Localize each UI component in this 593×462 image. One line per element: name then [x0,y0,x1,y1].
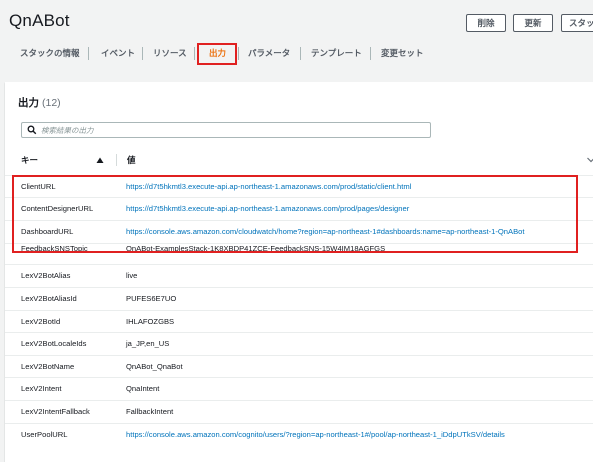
table-row: DashboardURL https://console.aws.amazon.… [5,220,593,242]
output-key: LexV2BotId [21,317,61,326]
output-value-link[interactable]: https://console.aws.amazon.com/cloudwatc… [126,221,524,242]
output-value: FallbackIntent [126,407,174,416]
tab-resources[interactable]: リソース [153,42,187,64]
tab-change-sets[interactable]: 変更セット [381,42,424,64]
tab-separator [300,47,301,60]
output-key: LexV2BotAlias [21,271,71,280]
outputs-count: (12) [42,97,61,109]
output-value: QnABot-ExamplesStack-1K8XBDP41ZCE-Feedba… [126,244,386,253]
stack-tabs: スタックの情報 イベント リソース 出力 パラメータ テンプレート 変更セット [0,42,593,66]
column-header-key[interactable]: キー [21,152,38,168]
table-row: LexV2Intent QnaIntent [5,377,593,399]
output-value-link[interactable]: https://console.aws.amazon.com/cognito/u… [126,424,505,445]
table-row: ClientURL https://d7t5hkmtl3.execute-api… [5,175,593,197]
tab-outputs[interactable]: 出力 [209,42,226,64]
column-divider [116,154,117,166]
column-header-value[interactable]: 値 [127,152,136,168]
tab-template[interactable]: テンプレート [311,42,362,64]
tab-separator [370,47,371,60]
output-key: ClientURL [21,182,56,191]
table-row: LexV2IntentFallback FallbackIntent [5,400,593,422]
output-key: ContentDesignerURL [21,204,94,213]
table-row: LexV2BotAlias live [5,264,593,286]
stack-actions-button[interactable]: スタッ [561,14,593,32]
output-value: live [126,271,138,280]
output-key: LexV2Intent [21,384,62,393]
output-value: IHLAFOZGBS [126,317,175,326]
search-input[interactable] [41,123,421,137]
tab-separator [142,47,143,60]
update-button[interactable]: 更新 [513,14,553,32]
table-row: LexV2BotAliasId PUFES6E7UO [5,287,593,309]
output-key: LexV2BotAliasId [21,294,77,303]
sort-ascending-icon[interactable] [96,157,104,164]
output-key: LexV2BotLocaleIds [21,339,87,348]
outputs-title: 出力 [18,97,39,109]
output-value: PUFES6E7UO [126,294,177,303]
search-box[interactable] [21,122,431,138]
output-key: DashboardURL [21,227,74,236]
tab-parameters[interactable]: パラメータ [248,42,290,64]
table-row: FeedbackSNSTopic QnABot-ExamplesStack-1K… [5,243,593,265]
search-icon [27,125,37,135]
delete-button[interactable]: 削除 [466,14,506,32]
tab-separator [88,47,89,60]
page-title: QnABot [9,11,70,30]
table-row: LexV2BotLocaleIds ja_JP,en_US [5,332,593,354]
output-value: QnABot_QnaBot [126,362,183,371]
table-row: LexV2BotName QnABot_QnaBot [5,355,593,377]
tab-separator [194,47,195,60]
tab-events[interactable]: イベント [101,42,135,64]
outputs-heading: 出力 (12) [18,95,61,110]
output-value-link[interactable]: https://d7t5hkmtl3.execute-api.ap-northe… [126,176,411,197]
chevron-down-icon[interactable] [587,157,593,163]
output-key: LexV2IntentFallback [21,407,90,416]
tab-stack-info[interactable]: スタックの情報 [20,42,80,64]
output-value: QnaIntent [126,384,160,393]
output-key: UserPoolURL [21,430,68,439]
output-value-link[interactable]: https://d7t5hkmtl3.execute-api.ap-northe… [126,198,409,219]
tab-separator [238,47,239,60]
output-key: LexV2BotName [21,362,75,371]
table-row: LexV2BotId IHLAFOZGBS [5,310,593,332]
table-row: ContentDesignerURL https://d7t5hkmtl3.ex… [5,197,593,219]
output-value: ja_JP,en_US [126,339,170,348]
output-key: FeedbackSNSTopic [21,244,88,253]
table-row: UserPoolURL https://console.aws.amazon.c… [5,423,593,445]
